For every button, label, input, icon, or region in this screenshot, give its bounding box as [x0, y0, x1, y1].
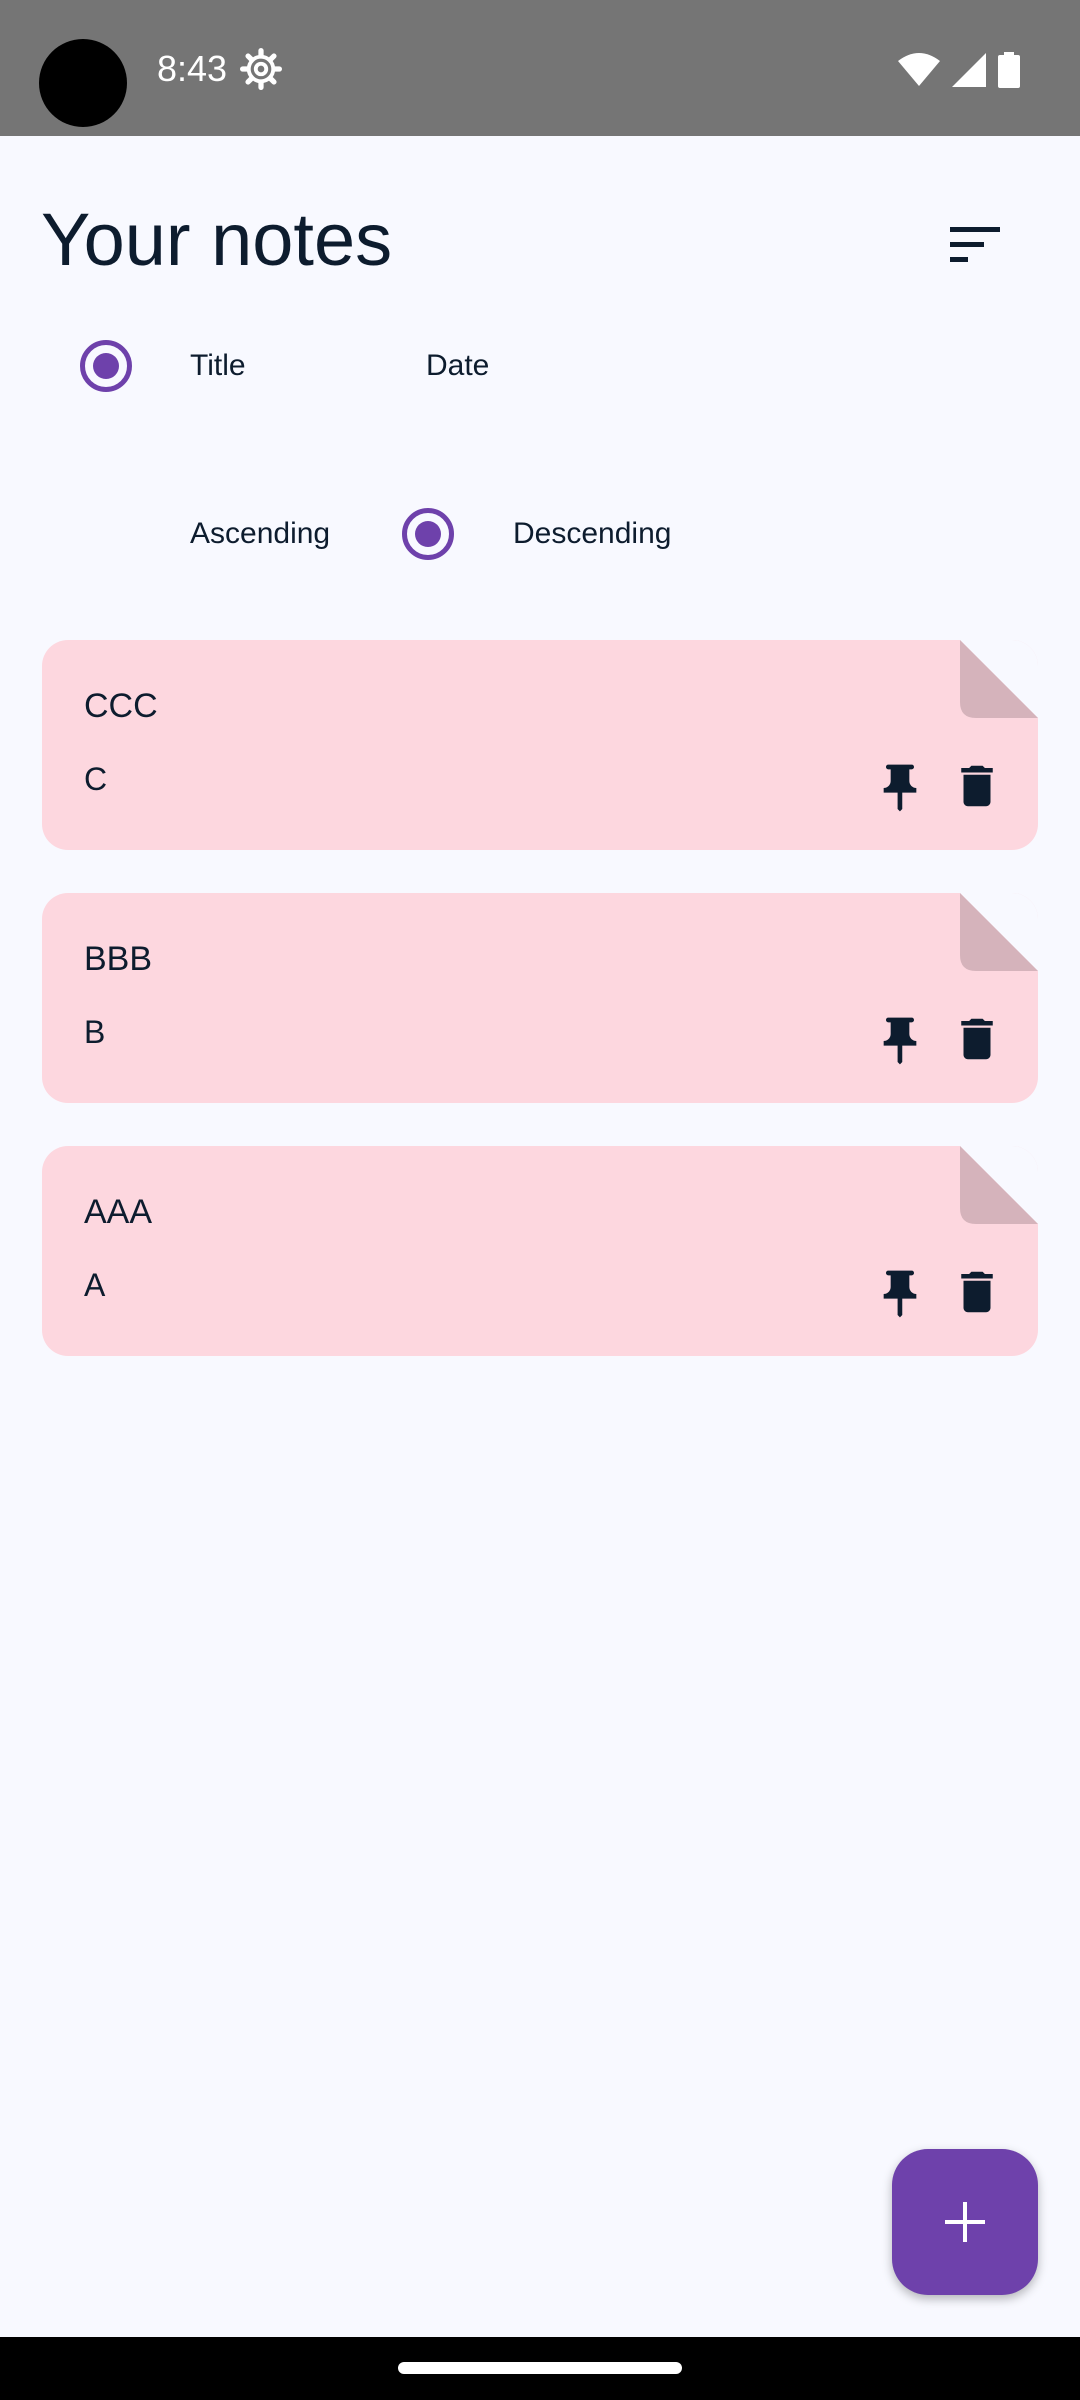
radio-ascending-label[interactable]: Ascending: [190, 514, 330, 554]
wifi-icon: [898, 53, 940, 86]
note-title: BBB: [84, 940, 153, 978]
radio-title[interactable]: [80, 340, 132, 392]
note-fold: [960, 893, 1038, 971]
note-title: AAA: [84, 1193, 153, 1231]
status-time: 8:43: [157, 48, 228, 89]
note-fold: [960, 1146, 1038, 1224]
add-note-button[interactable]: [892, 2149, 1038, 2295]
camera-cutout: [39, 39, 127, 127]
delete-icon[interactable]: [950, 1009, 1004, 1069]
note-card[interactable]: BBB B: [42, 893, 1038, 1103]
note-card[interactable]: AAA A: [42, 1146, 1038, 1356]
signal-icon: [952, 53, 986, 87]
pin-icon[interactable]: [872, 1264, 928, 1324]
pin-icon[interactable]: [872, 1011, 928, 1071]
delete-icon[interactable]: [950, 756, 1004, 816]
sort-button[interactable]: [935, 210, 1015, 280]
radio-descending-label: Descending: [513, 517, 672, 550]
radio-title-label: Title: [190, 349, 246, 382]
note-title: CCC: [84, 687, 158, 725]
battery-icon: [998, 52, 1020, 88]
pin-icon[interactable]: [872, 758, 928, 818]
page-title: Your notes: [41, 198, 393, 281]
note-body: A: [84, 1267, 106, 1303]
note-card[interactable]: CCC C: [42, 640, 1038, 850]
sort-icon: [950, 227, 1000, 262]
note-body: C: [84, 761, 108, 797]
radio-date-label[interactable]: Date: [426, 346, 489, 386]
plus-icon: [945, 2202, 985, 2242]
settings-icon: [240, 48, 282, 90]
status-icons: [898, 50, 1020, 90]
note-fold: [960, 640, 1038, 718]
status-bar: 8:43: [0, 0, 1080, 136]
radio-descending[interactable]: [402, 508, 454, 560]
home-gesture-handle[interactable]: [398, 2362, 682, 2374]
note-body: B: [84, 1014, 106, 1050]
delete-icon[interactable]: [950, 1262, 1004, 1322]
